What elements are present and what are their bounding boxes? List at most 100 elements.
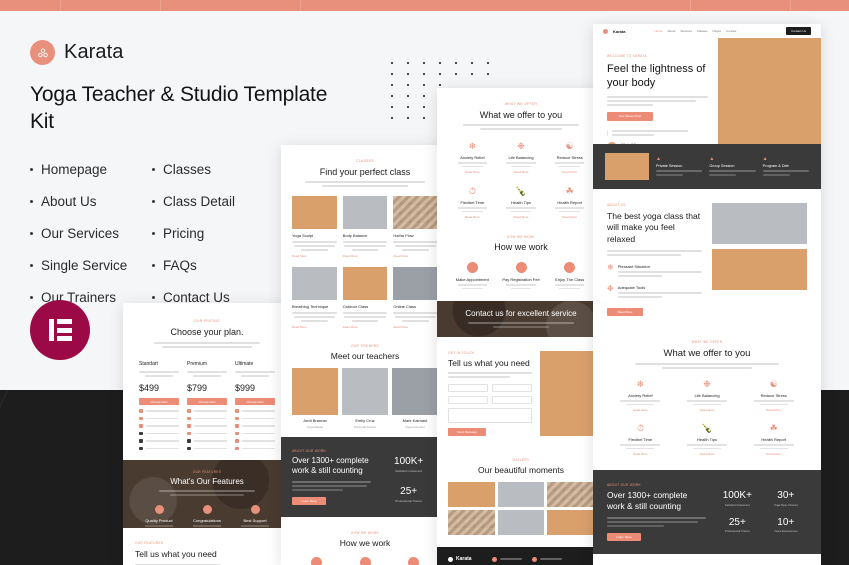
read-more-link[interactable]: Read More: [674, 452, 741, 456]
read-more-link[interactable]: Read More: [674, 408, 741, 412]
teacher-card[interactable]: Mark Kalmant Yoga Instructor: [392, 368, 438, 429]
bullet-icon: [152, 295, 155, 299]
class-card[interactable]: Online Class Read More: [393, 267, 439, 329]
read-more-link[interactable]: Read More: [740, 408, 807, 412]
list-item: Homepage: [30, 162, 152, 177]
contact-title: Tell us what you need: [135, 549, 217, 559]
step-item: Enjoy The Class: [545, 262, 594, 291]
first-name-field[interactable]: [448, 384, 489, 392]
read-more-link[interactable]: Read More: [607, 408, 674, 412]
plan-cta-label: Choose Plan: [198, 399, 216, 404]
read-more-link[interactable]: Read More: [292, 325, 337, 329]
read-more-link[interactable]: Read More: [343, 325, 388, 329]
pricing-plan[interactable]: Ultimate $999 Choose Plan: [231, 361, 279, 450]
nav-link-services[interactable]: Services: [680, 29, 692, 33]
bullet-icon: [30, 199, 33, 203]
pricing-plan[interactable]: Standart $499 Choose Plan: [135, 361, 183, 450]
gallery-image[interactable]: [547, 510, 595, 535]
service-item[interactable]: ❉ Life Balancing Read More: [674, 380, 741, 412]
gallery-image[interactable]: [448, 510, 495, 535]
feature-label: Best Support: [243, 518, 267, 523]
read-more-link[interactable]: Read More: [497, 170, 546, 174]
home-stats-title: Over 1300+ complete work & still countin…: [607, 490, 688, 512]
class-card[interactable]: Hatha Flow Read More: [393, 196, 439, 258]
how-title: How we work: [494, 242, 548, 252]
read-more-link[interactable]: Read More: [497, 215, 546, 219]
stats-cta-button[interactable]: Learn More: [292, 496, 326, 505]
site-navbar[interactable]: Karata Home About Services Classes Pages…: [593, 24, 821, 38]
class-card[interactable]: Breathing Technique Read More: [292, 267, 337, 329]
teacher-name: Jordi Branner: [302, 418, 327, 423]
gallery-image[interactable]: [497, 510, 545, 535]
read-more-link[interactable]: Read More: [448, 215, 497, 219]
gallery-image[interactable]: [448, 482, 495, 507]
teacher-card[interactable]: Jordi Branner Yoga Master: [292, 368, 338, 429]
home-stats-cta-button[interactable]: Learn More: [607, 532, 641, 541]
service-item[interactable]: ☯ Reduce Stress Read More: [740, 380, 807, 412]
pricing-plan[interactable]: Premium $799 Choose Plan: [183, 361, 231, 450]
service-item[interactable]: ⏱ Flexibel Time Read More: [607, 424, 674, 456]
lotus-icon: ❄: [636, 379, 645, 390]
nav-link-about[interactable]: About: [667, 29, 675, 33]
clock-icon: ⏱: [468, 186, 476, 196]
read-more-link[interactable]: Read More: [545, 170, 594, 174]
read-more-link[interactable]: Read More: [740, 452, 807, 456]
plan-cta-label: Choose Plan: [246, 399, 264, 404]
read-more-link[interactable]: Read More: [393, 254, 438, 258]
class-card[interactable]: Yoga Sculpt Read More: [292, 196, 337, 258]
plan-cta-button[interactable]: Choose Plan: [139, 398, 179, 405]
class-card[interactable]: Body Balance Read More: [342, 196, 388, 258]
list-item: Class Detail: [152, 194, 274, 209]
read-more-link[interactable]: Read More: [292, 254, 337, 258]
class-card[interactable]: Outdoor Class Read More: [342, 267, 388, 329]
plan-cta-button[interactable]: Choose Plan: [235, 398, 275, 405]
bullet-icon: [30, 231, 33, 235]
class-name: Hatha Flow: [393, 233, 414, 238]
plan-price: $799: [187, 383, 208, 393]
bottle-icon: 🍾: [701, 423, 713, 434]
service-item[interactable]: ❉ Life Balancing Read More: [497, 142, 546, 174]
service-item[interactable]: ❄ Anxiety Relief Read More: [607, 380, 674, 412]
plan-cta-button[interactable]: Choose Plan: [187, 398, 227, 405]
read-more-link[interactable]: Read More: [607, 452, 674, 456]
service-item[interactable]: ☯ Reduce Stress Read More: [545, 142, 594, 174]
pose-icon: ☯: [565, 141, 574, 151]
plan-name: Standart: [139, 361, 158, 367]
nav-link-classes[interactable]: Classes: [697, 29, 708, 33]
read-more-link[interactable]: Read More: [545, 215, 594, 219]
nav-cta-button[interactable]: Contact Us: [786, 27, 811, 35]
service-item[interactable]: ❄ Anxiety Relief Read More: [448, 142, 497, 174]
about-cta-button[interactable]: Read More: [607, 308, 643, 317]
class-name: Online Class: [393, 304, 417, 309]
service-item[interactable]: 🍾 Health Tips Read More: [674, 424, 741, 456]
stat-value: 100K+: [394, 456, 424, 468]
step-item: Pay Registration Fee: [497, 262, 546, 291]
list-item: Pricing: [152, 226, 274, 241]
hero-cta-label: Get Started Now: [618, 114, 642, 119]
strip-item-label: Private Session: [656, 163, 683, 168]
message-field[interactable]: [448, 408, 533, 423]
form-eyebrow: GET IN TOUCH: [448, 351, 475, 355]
nav-link-home[interactable]: Home: [654, 29, 662, 33]
how-eyebrow: HOW WE WORK: [507, 235, 535, 239]
email-field[interactable]: [448, 396, 489, 404]
list-item-label: Single Service: [41, 257, 128, 273]
pose-icon: ☯: [769, 379, 778, 390]
gallery-image[interactable]: [547, 482, 595, 507]
service-item[interactable]: ☘ Health Report Read More: [545, 187, 594, 219]
read-more-link[interactable]: Read More: [448, 170, 497, 174]
nav-link-contact[interactable]: Contact: [726, 29, 736, 33]
gallery-image[interactable]: [497, 482, 545, 507]
read-more-link[interactable]: Read More: [393, 325, 438, 329]
nav-link-pages[interactable]: Pages: [713, 29, 722, 33]
last-name-field[interactable]: [492, 384, 533, 392]
phone-field[interactable]: [492, 396, 533, 404]
hero-cta-button[interactable]: Get Started Now: [607, 111, 653, 121]
send-message-button[interactable]: Send Message: [448, 428, 486, 436]
teacher-card[interactable]: Emily Cruz Personal Trainer: [342, 368, 388, 429]
service-item[interactable]: ⏱ Flexibel Time Read More: [448, 187, 497, 219]
read-more-link[interactable]: Read More: [343, 254, 388, 258]
teacher-role: Yoga Master: [306, 424, 324, 429]
service-item[interactable]: ☘ Health Report Read More: [740, 424, 807, 456]
service-item[interactable]: 🍾 Health Tips Read More: [497, 187, 546, 219]
